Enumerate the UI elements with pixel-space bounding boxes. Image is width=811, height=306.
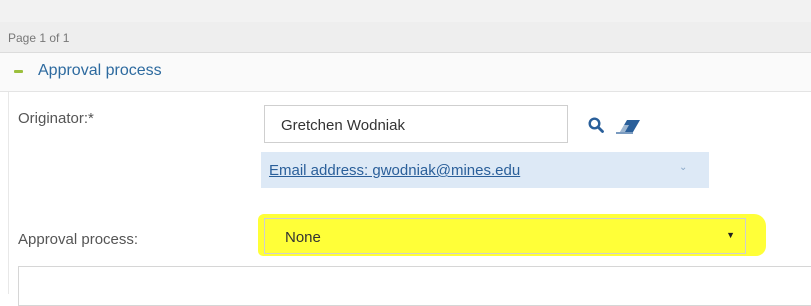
approval-process-label: Approval process: (18, 231, 139, 248)
minus-icon[interactable] (14, 70, 23, 73)
eraser-icon[interactable] (614, 116, 642, 134)
section-title[interactable]: Approval process (38, 62, 162, 80)
approval-process-select[interactable]: None ▼ (264, 218, 746, 254)
top-strip (0, 0, 811, 22)
search-icon[interactable] (588, 117, 604, 133)
pager-bar: Page 1 of 1 (0, 22, 811, 53)
section-header-approval[interactable]: Approval process (0, 53, 811, 92)
text-area[interactable] (18, 266, 811, 306)
originator-value: Gretchen Wodniak (281, 117, 405, 134)
dropdown-arrow-icon[interactable]: ▼ (726, 230, 735, 240)
email-link[interactable]: Email address: gwodniak@mines.edu (269, 162, 520, 179)
originator-label: Originator:* (18, 110, 94, 127)
pager-text: Page 1 of 1 (8, 31, 70, 45)
email-row[interactable]: Email address: gwodniak@mines.edu ⌄ (261, 152, 709, 188)
originator-input[interactable]: Gretchen Wodniak (264, 105, 568, 143)
chevron-down-icon[interactable]: ⌄ (679, 162, 687, 173)
approval-process-value: None (285, 229, 321, 246)
